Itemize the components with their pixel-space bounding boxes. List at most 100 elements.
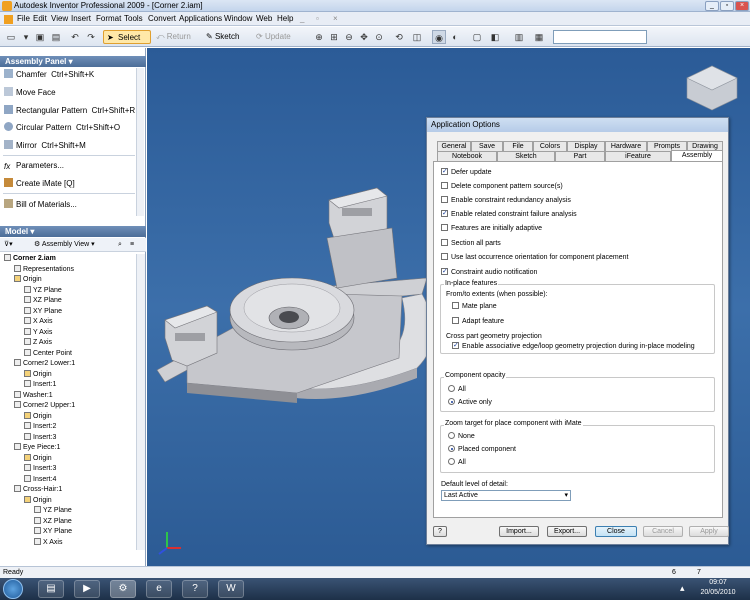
tab-assembly[interactable]: Assembly (671, 150, 723, 161)
style-combo[interactable] (553, 30, 647, 44)
grid-icon[interactable]: ▦ (532, 30, 546, 44)
look-at-icon[interactable]: ◫ (410, 30, 424, 44)
tree-node[interactable]: Origin (24, 369, 52, 380)
explorer-taskbar-icon[interactable]: ▤ (38, 580, 64, 598)
tree-node[interactable]: Center Point (24, 348, 72, 359)
chamfer-command[interactable]: Chamfer Ctrl+Shift+K (4, 68, 94, 82)
bom-command[interactable]: Bill of Materials... (4, 198, 77, 212)
assembly-view-dropdown[interactable]: ⚙ Assembly View ▾ (34, 238, 95, 252)
tree-node[interactable]: Insert:3 (24, 464, 56, 474)
return-button[interactable]: ⤺ Return (156, 30, 191, 44)
menu-web[interactable]: Web (256, 14, 272, 23)
tab-save[interactable]: Save (471, 141, 503, 151)
tree-node[interactable]: Insert:2 (24, 422, 56, 432)
minimize-button[interactable]: _ (705, 1, 719, 11)
tab-general[interactable]: General (437, 141, 471, 151)
shaded-display-icon[interactable]: ◉ (432, 30, 446, 44)
tray-flag-icon[interactable]: ▴ (680, 583, 685, 594)
tab-file[interactable]: File (503, 141, 533, 151)
menu-window[interactable]: Window (224, 14, 252, 23)
section-view-icon[interactable]: ◧ (488, 30, 502, 44)
level-of-detail-select[interactable]: Last Active ▾ (441, 490, 571, 501)
tree-node[interactable]: XY Plane (34, 527, 72, 537)
menu-help[interactable]: Help (277, 14, 293, 23)
rotate-icon[interactable]: ⟲ (392, 30, 406, 44)
parameters-command[interactable]: fx Parameters... (4, 159, 64, 173)
tree-node[interactable]: Cross-Hair:1 (14, 485, 62, 495)
tab-notebook[interactable]: Notebook (437, 151, 497, 161)
expand-icon[interactable]: ≡ (130, 238, 134, 252)
redo-icon[interactable]: ↷ (84, 30, 98, 44)
model-panel-header[interactable]: Model ▾ (0, 226, 146, 237)
zoom-none-radio[interactable]: None (448, 432, 475, 441)
cancel-button[interactable]: Cancel (643, 526, 683, 537)
tree-node[interactable]: Corner2 Lower:1 (14, 359, 75, 369)
mate-plane-checkbox[interactable]: Mate plane (452, 302, 497, 311)
tab-hardware[interactable]: Hardware (605, 141, 647, 151)
constraint-failure-checkbox[interactable]: Enable related constraint failure analys… (441, 209, 577, 219)
rectangular-pattern-command[interactable]: Rectangular Pattern Ctrl+Shift+R (4, 104, 135, 118)
tree-node[interactable]: Y Axis (24, 327, 52, 338)
menu-view[interactable]: View (51, 14, 68, 23)
close-button[interactable]: Close (595, 526, 637, 537)
tree-node[interactable]: Origin (24, 453, 52, 464)
adapt-feature-checkbox[interactable]: Adapt feature (452, 317, 504, 326)
select-button[interactable]: ➤ Select (103, 30, 151, 44)
zoom-window-icon[interactable]: ⊞ (327, 30, 341, 44)
associative-projection-checkbox[interactable]: Enable associative edge/loop geometry pr… (452, 341, 695, 351)
tree-node[interactable]: Washer:1 (14, 390, 53, 401)
orthographic-icon[interactable]: ▢ (470, 30, 484, 44)
filter-icon[interactable]: ⊽▾ (4, 238, 13, 252)
analysis-icon[interactable]: ▥ (512, 30, 526, 44)
menu-tools[interactable]: Tools (124, 14, 143, 23)
move-face-command[interactable]: Move Face (4, 86, 56, 100)
find-icon[interactable]: ⌕ (118, 238, 122, 252)
new-icon[interactable]: ▭ (4, 30, 18, 44)
export-button[interactable]: Export... (547, 526, 587, 537)
import-button[interactable]: Import... (499, 526, 539, 537)
menu-applications[interactable]: Applications (179, 14, 222, 23)
start-button[interactable] (3, 579, 23, 599)
tab-part[interactable]: Part (555, 151, 605, 161)
zoom-selected-icon[interactable]: ⊙ (372, 30, 386, 44)
tab-ifeature[interactable]: iFeature (605, 151, 671, 161)
menu-file[interactable]: File (17, 14, 30, 23)
tree-scrollbar[interactable] (136, 254, 145, 550)
tree-node[interactable]: Eye Piece:1 (14, 443, 60, 453)
zoom-icon[interactable]: ⊖ (342, 30, 356, 44)
tree-node[interactable]: Corner2 Upper:1 (14, 401, 75, 411)
menu-edit[interactable]: Edit (33, 14, 47, 23)
constraint-redundancy-checkbox[interactable]: Enable constraint redundancy analysis (441, 196, 571, 205)
tree-node[interactable]: Origin (24, 411, 52, 422)
mdi-restore-icon[interactable]: ▫ (316, 14, 319, 23)
sketch-button[interactable]: ✎ Sketch (206, 30, 239, 44)
tab-colors[interactable]: Colors (533, 141, 567, 151)
opacity-active-only-radio[interactable]: Active only (448, 398, 492, 407)
word-taskbar-icon[interactable]: W (218, 580, 244, 598)
zoom-all-radio[interactable]: All (448, 458, 466, 467)
tree-node[interactable]: Insert:1 (24, 380, 56, 390)
shadow-icon[interactable]: ◐ (448, 30, 462, 44)
mdi-close-icon[interactable]: × (333, 14, 338, 23)
help-button[interactable]: ? (433, 526, 447, 537)
create-imate-command[interactable]: Create iMate [Q] (4, 177, 75, 191)
open-icon[interactable]: ▾ (19, 30, 33, 44)
maximize-button[interactable]: ▫ (720, 1, 734, 11)
zoom-placed-component-radio[interactable]: Placed component (448, 445, 516, 454)
tree-node[interactable]: Origin (24, 495, 52, 506)
initially-adaptive-checkbox[interactable]: Features are initially adaptive (441, 224, 542, 233)
menu-format[interactable]: Format (96, 14, 121, 23)
undo-icon[interactable]: ↶ (68, 30, 82, 44)
menu-convert[interactable]: Convert (148, 14, 176, 23)
opacity-all-radio[interactable]: All (448, 385, 466, 394)
tree-node[interactable]: Insert:3 (24, 432, 56, 443)
apply-button[interactable]: Apply (689, 526, 729, 537)
project-icon[interactable]: ▤ (49, 30, 63, 44)
panel-scrollbar[interactable] (136, 68, 144, 216)
delete-pattern-source-checkbox[interactable]: Delete component pattern source(s) (441, 182, 563, 191)
close-window-button[interactable]: × (735, 1, 749, 11)
tree-node[interactable]: X Axis (24, 317, 52, 327)
update-button[interactable]: ⟳ Update (256, 30, 291, 44)
mdi-minimize-icon[interactable]: _ (300, 14, 304, 23)
tree-node[interactable]: XY Plane (24, 306, 62, 317)
